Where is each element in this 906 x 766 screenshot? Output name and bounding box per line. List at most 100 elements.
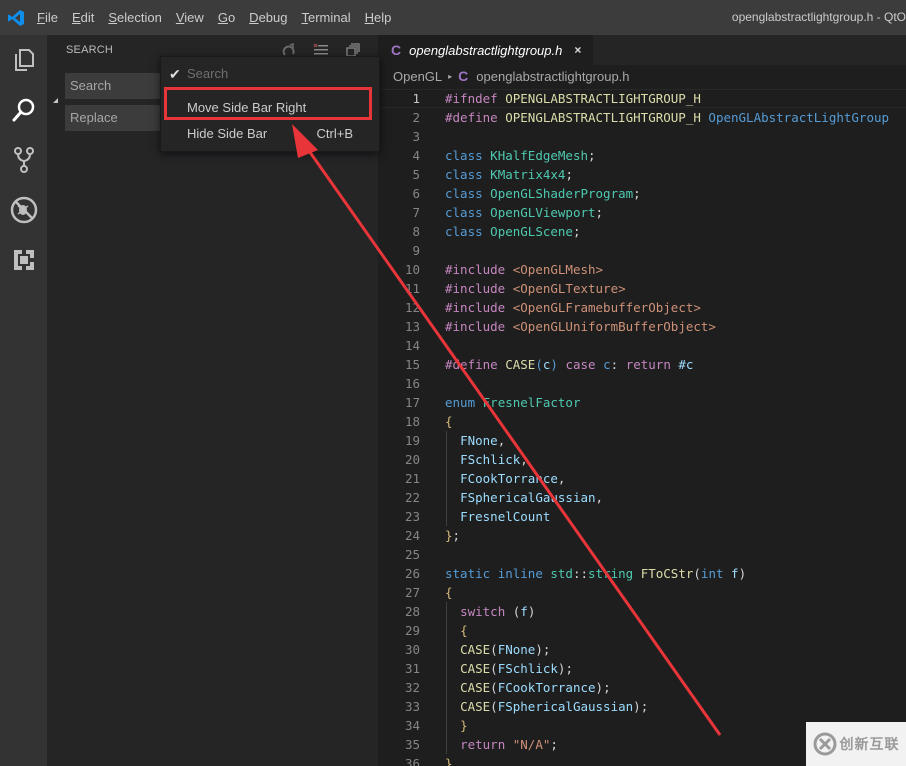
code-token: ) bbox=[738, 566, 747, 581]
code-token: FCookTorrance bbox=[497, 680, 596, 695]
code-token: CASE bbox=[460, 661, 491, 676]
code-token: ; bbox=[633, 186, 641, 201]
code-token: KHalfEdgeMesh bbox=[490, 148, 589, 163]
code-line: 11 #include <OpenGLTexture> bbox=[378, 279, 906, 298]
line-number: 6 bbox=[412, 186, 420, 201]
line-number: 30 bbox=[404, 642, 420, 657]
line-source: class OpenGLScene; bbox=[445, 222, 581, 241]
code-token: OpenGLShaderProgram bbox=[490, 186, 634, 201]
code-token: static bbox=[445, 566, 491, 581]
debug-icon bbox=[10, 196, 38, 224]
activity-explorer[interactable] bbox=[0, 35, 47, 85]
breadcrumb-folder[interactable]: OpenGL bbox=[393, 69, 442, 84]
code-token: CASE bbox=[460, 642, 491, 657]
menu-go[interactable]: Go bbox=[211, 0, 242, 35]
line-number: 29 bbox=[404, 623, 420, 638]
code-line: 5 class KMatrix4x4; bbox=[378, 165, 906, 184]
code-token: int bbox=[700, 566, 724, 581]
code-line: 19 FNone, bbox=[378, 431, 906, 450]
menu-file[interactable]: File bbox=[30, 0, 65, 35]
line-number: 19 bbox=[404, 433, 420, 448]
line-source: { bbox=[445, 412, 453, 431]
window-title: openglabstractlightgroup.h - QtO bbox=[731, 10, 906, 24]
line-source: FSphericalGaussian, bbox=[445, 488, 603, 507]
line-number: 8 bbox=[412, 224, 420, 239]
line-source: CASE(FNone); bbox=[445, 640, 550, 659]
source-control-icon bbox=[12, 146, 36, 174]
code-token: FSchlick bbox=[460, 452, 521, 467]
line-source: FCookTorrance, bbox=[445, 469, 565, 488]
activity-search[interactable] bbox=[0, 85, 47, 135]
code-token: #define bbox=[445, 357, 498, 372]
line-source: switch (f) bbox=[445, 602, 535, 621]
line-source: class KMatrix4x4; bbox=[445, 165, 573, 184]
code-token: case bbox=[565, 357, 596, 372]
line-source: #include <OpenGLFramebufferObject> bbox=[445, 298, 701, 317]
code-token: FCookTorrance bbox=[460, 471, 558, 486]
line-number: 28 bbox=[404, 604, 420, 619]
code-token: class bbox=[445, 224, 483, 239]
code-line: 20 FSchlick, bbox=[378, 450, 906, 469]
menu-label-rest: elp bbox=[374, 10, 392, 25]
menu-terminal[interactable]: Terminal bbox=[294, 0, 357, 35]
breadcrumb-file[interactable]: openglabstractlightgroup.h bbox=[476, 69, 629, 84]
line-source: { bbox=[445, 583, 453, 602]
code-token: class bbox=[445, 148, 483, 163]
code-token: , bbox=[497, 433, 506, 448]
menu-selection[interactable]: Selection bbox=[101, 0, 168, 35]
menu-mnemonic: G bbox=[217, 10, 228, 25]
activity-bar bbox=[0, 35, 47, 766]
c-file-icon: C bbox=[391, 42, 402, 58]
line-source: #define OPENGLABSTRACTLIGHTGROUP_H OpenG… bbox=[445, 108, 889, 127]
line-source: CASE(FSphericalGaussian); bbox=[445, 697, 648, 716]
code-token: "N/A" bbox=[512, 737, 551, 752]
code-line: 29 { bbox=[378, 621, 906, 640]
code-token: class bbox=[445, 205, 483, 220]
menu-view[interactable]: View bbox=[169, 0, 211, 35]
code-token: ); bbox=[595, 680, 611, 695]
line-source: #ifndef OPENGLABSTRACTLIGHTGROUP_H bbox=[445, 89, 701, 108]
activity-extensions[interactable] bbox=[0, 235, 47, 285]
line-source: FNone, bbox=[445, 431, 505, 450]
code-editor[interactable]: 1 #ifndef OPENGLABSTRACTLIGHTGROUP_H 2 #def… bbox=[378, 89, 906, 766]
code-line: 23 FresnelCount bbox=[378, 507, 906, 526]
tab-openglabstractlightgroup[interactable]: C openglabstractlightgroup.h × bbox=[378, 35, 593, 65]
code-line: 27 { bbox=[378, 583, 906, 602]
menu-mnemonic: D bbox=[249, 10, 259, 25]
activity-source-control[interactable] bbox=[0, 135, 47, 185]
vscode-logo-icon bbox=[2, 0, 30, 35]
menu-debug[interactable]: Debug bbox=[242, 0, 294, 35]
code-line: 15 #define CASE(c) case c: return #c bbox=[378, 355, 906, 374]
line-number: 22 bbox=[404, 490, 420, 505]
code-token: <OpenGLMesh> bbox=[512, 262, 604, 277]
menu-label-rest: erminal bbox=[307, 10, 351, 25]
code-token: #include bbox=[445, 300, 506, 315]
menu-item-hide-side-bar[interactable]: Hide Side Bar Ctrl+B bbox=[161, 121, 379, 147]
code-token: ( bbox=[490, 661, 498, 676]
code-token: ; bbox=[565, 167, 573, 182]
code-token: enum bbox=[445, 395, 476, 410]
code-line: 21 FCookTorrance, bbox=[378, 469, 906, 488]
line-number: 20 bbox=[404, 452, 420, 467]
code-token: <OpenGLUniformBufferObject> bbox=[512, 319, 716, 334]
code-line: 24}; bbox=[378, 526, 906, 545]
code-token: { bbox=[460, 623, 468, 638]
menu-edit[interactable]: Edit bbox=[65, 0, 101, 35]
code-line: 8 class OpenGLScene; bbox=[378, 222, 906, 241]
code-line: 30 CASE(FNone); bbox=[378, 640, 906, 659]
activity-debug[interactable] bbox=[0, 185, 47, 235]
code-token: ( bbox=[490, 642, 498, 657]
title-bar: File Edit Selection View Go Debug Terminal Help… bbox=[0, 0, 906, 35]
code-token: CASE bbox=[505, 357, 536, 372]
menu-help[interactable]: Help bbox=[358, 0, 399, 35]
code-token: f bbox=[731, 566, 739, 581]
line-number: 4 bbox=[412, 148, 420, 163]
line-number: 36 bbox=[404, 756, 420, 766]
code-token: return bbox=[625, 357, 671, 372]
close-icon[interactable]: × bbox=[574, 43, 581, 57]
toggle-replace-chevron-icon[interactable] bbox=[53, 98, 58, 103]
